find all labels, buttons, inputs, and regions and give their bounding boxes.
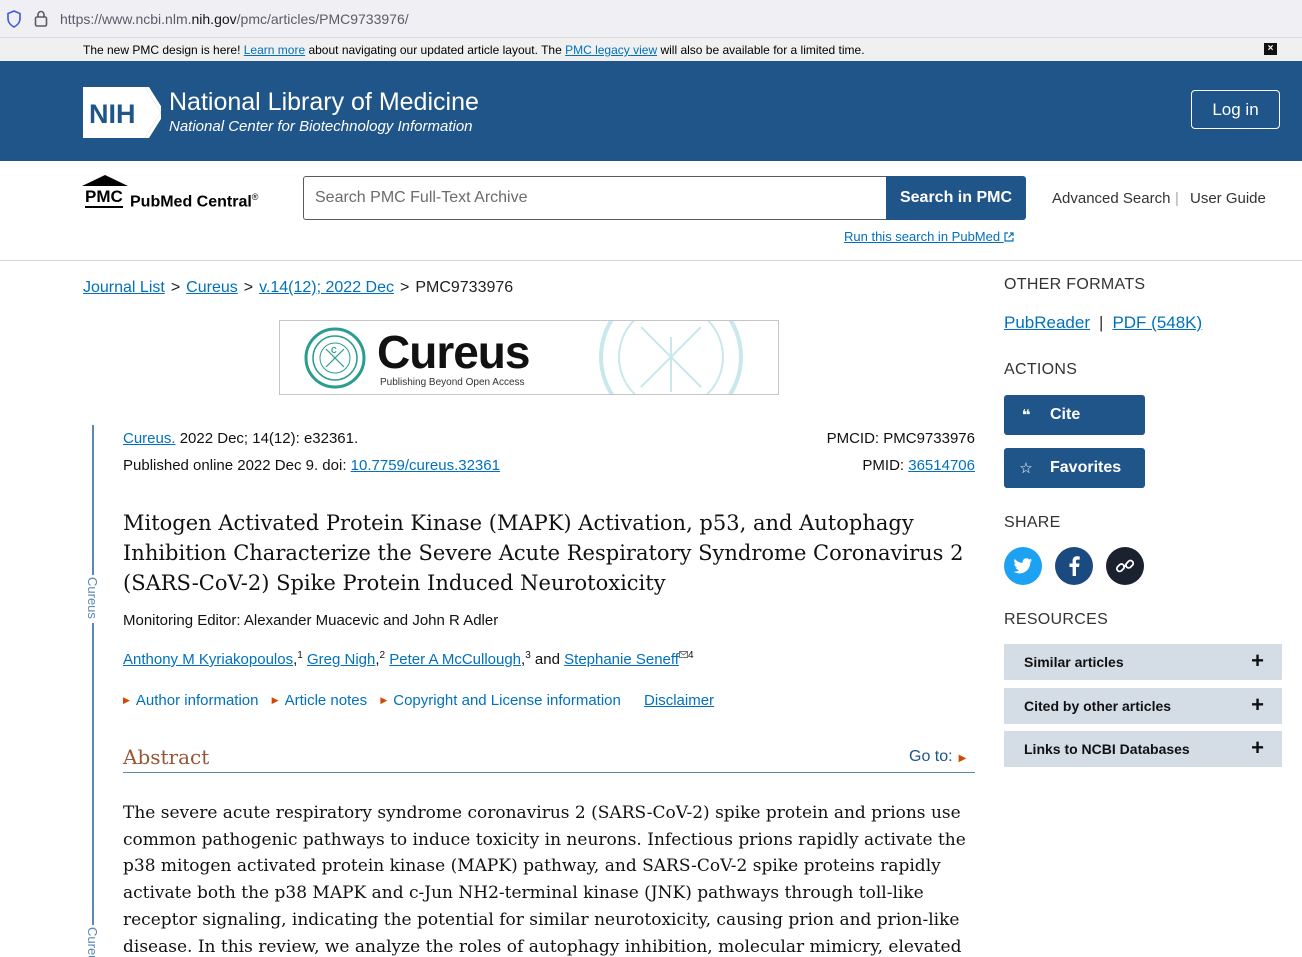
format-links: PubReader | PDF (548K) bbox=[1004, 313, 1203, 332]
copy-link-button[interactable] bbox=[1106, 547, 1144, 585]
triangle-right-icon: ▶ bbox=[271, 695, 279, 705]
user-guide-link[interactable]: User Guide bbox=[1190, 190, 1266, 207]
close-notice-button[interactable]: × bbox=[1264, 43, 1277, 55]
header-divider bbox=[0, 260, 1302, 261]
nih-header: NIH National Library of Medicine Nationa… bbox=[0, 61, 1302, 161]
cureus-wordmark: Cureus bbox=[377, 326, 530, 378]
svg-text:NIH: NIH bbox=[89, 99, 136, 129]
pdf-link[interactable]: PDF (548K) bbox=[1112, 313, 1202, 332]
cureus-watermark-seal bbox=[599, 321, 743, 394]
author-link[interactable]: Greg Nigh bbox=[307, 651, 375, 668]
resources-heading: RESOURCES bbox=[1004, 611, 1109, 628]
published-line: Published online 2022 Dec 9. doi: 10.775… bbox=[123, 457, 500, 474]
author-information-toggle[interactable]: ▶ Author information bbox=[123, 692, 259, 709]
plus-icon: + bbox=[1251, 648, 1264, 673]
article-info-links: ▶ Author information ▶ Article notes ▶ Copy… bbox=[123, 692, 714, 709]
learn-more-link[interactable]: Learn more bbox=[244, 43, 305, 57]
cited-by-toggle[interactable]: Cited by other articles + bbox=[1004, 688, 1282, 724]
article-title: Mitogen Activated Protein Kinase (MAPK) … bbox=[123, 511, 964, 595]
star-icon: ☆ bbox=[1019, 460, 1033, 477]
author-link[interactable]: Stephanie Seneff bbox=[564, 651, 679, 668]
cureus-seal-icon: C bbox=[304, 327, 366, 389]
search-input[interactable] bbox=[303, 176, 887, 220]
lock-icon[interactable] bbox=[34, 10, 48, 27]
share-heading: SHARE bbox=[1004, 514, 1061, 531]
cureus-tagline: Publishing Beyond Open Access bbox=[380, 377, 525, 388]
email-icon[interactable] bbox=[679, 651, 688, 658]
breadcrumb-journal-list[interactable]: Journal List bbox=[83, 279, 165, 296]
url-text[interactable]: https://www.ncbi.nlm.nih.gov/pmc/article… bbox=[60, 11, 409, 27]
breadcrumb: Journal List > Cureus > v.14(12); 2022 Dec > P… bbox=[83, 279, 514, 296]
breadcrumb-current: PMC9733976 bbox=[415, 279, 514, 296]
nih-logo[interactable]: NIH bbox=[83, 87, 161, 138]
shield-icon[interactable] bbox=[6, 10, 22, 28]
actions-heading: ACTIONS bbox=[1004, 361, 1078, 378]
run-in-pubmed-link[interactable]: Run this search in PubMed bbox=[844, 229, 1014, 244]
triangle-right-icon: ▶ bbox=[380, 695, 388, 705]
facebook-share-button[interactable] bbox=[1055, 547, 1093, 585]
pmid: PMID: 36514706 bbox=[862, 457, 975, 474]
abstract-text: The severe acute respiratory syndrome co… bbox=[123, 803, 966, 957]
similar-articles-toggle[interactable]: Similar articles + bbox=[1004, 644, 1282, 680]
pmc-design-notice: The new PMC design is here! Learn more a… bbox=[0, 38, 1302, 61]
cite-button[interactable]: ❝ Cite bbox=[1004, 395, 1145, 435]
breadcrumb-issue[interactable]: v.14(12); 2022 Dec bbox=[259, 279, 394, 296]
author-list: Anthony M Kyriakopoulos,1 Greg Nigh,2 Pe… bbox=[123, 650, 694, 668]
twitter-share-button[interactable] bbox=[1004, 547, 1042, 585]
login-button[interactable]: Log in bbox=[1191, 90, 1280, 129]
breadcrumb-cureus[interactable]: Cureus bbox=[186, 279, 238, 296]
link-icon bbox=[1115, 559, 1135, 573]
pmcid: PMCID: PMC9733976 bbox=[826, 430, 975, 447]
journal-link[interactable]: Cureus. bbox=[123, 430, 176, 447]
citation-line: Cureus. 2022 Dec; 14(12): e32361. bbox=[123, 430, 359, 447]
journal-side-label: Cureus bbox=[80, 575, 108, 623]
svg-text:C: C bbox=[331, 346, 337, 355]
notice-text: The new PMC design is here! Learn more a… bbox=[83, 43, 865, 57]
nlm-title[interactable]: National Library of Medicine bbox=[169, 88, 479, 117]
abstract-rule bbox=[123, 772, 975, 773]
plus-icon: + bbox=[1251, 735, 1264, 760]
journal-side-label: Cureus bbox=[80, 925, 108, 957]
ncbi-subtitle: National Center for Biotechnology Inform… bbox=[169, 118, 473, 135]
doi-link[interactable]: 10.7759/cureus.32361 bbox=[351, 457, 500, 474]
monitoring-editor: Monitoring Editor: Alexander Muacevic an… bbox=[123, 612, 499, 629]
goto-menu[interactable]: Go to: ▶ bbox=[909, 748, 966, 766]
triangle-right-icon: ▶ bbox=[123, 695, 130, 705]
plus-icon: + bbox=[1251, 692, 1264, 717]
other-formats-heading: OTHER FORMATS bbox=[1004, 276, 1146, 293]
twitter-icon bbox=[1013, 557, 1033, 573]
journal-banner[interactable]: C Cureus Publishing Beyond Open Access bbox=[279, 320, 779, 395]
journal-side-rule bbox=[92, 425, 94, 957]
pmid-link[interactable]: 36514706 bbox=[908, 457, 975, 474]
legacy-view-link[interactable]: PMC legacy view bbox=[565, 43, 657, 57]
author-link[interactable]: Anthony M Kyriakopoulos bbox=[123, 651, 293, 668]
disclaimer-link[interactable]: Disclaimer bbox=[644, 692, 714, 709]
quote-icon: ❝ bbox=[1021, 407, 1031, 424]
external-link-icon bbox=[1004, 232, 1014, 242]
pmc-logo[interactable]: PMC PubMed Central® bbox=[82, 174, 267, 210]
article-notes-toggle[interactable]: ▶ Article notes bbox=[272, 692, 367, 709]
advanced-search-link[interactable]: Advanced Search bbox=[1052, 190, 1170, 207]
author-link[interactable]: Peter A McCullough bbox=[389, 651, 521, 668]
favorites-button[interactable]: ☆ Favorites bbox=[1004, 448, 1145, 488]
browser-address-bar: https://www.ncbi.nlm.nih.gov/pmc/article… bbox=[0, 0, 1302, 38]
pubreader-link[interactable]: PubReader bbox=[1004, 313, 1090, 332]
ncbi-links-toggle[interactable]: Links to NCBI Databases + bbox=[1004, 731, 1282, 767]
pmc-roof-icon bbox=[82, 175, 128, 186]
search-button[interactable]: Search in PMC bbox=[886, 176, 1026, 220]
facebook-icon bbox=[1069, 556, 1080, 576]
triangle-right-icon: ▶ bbox=[958, 753, 967, 764]
nav-separator: | bbox=[1175, 190, 1179, 207]
abstract-heading: Abstract bbox=[123, 745, 210, 769]
copyright-toggle[interactable]: ▶ Copyright and License information bbox=[380, 692, 621, 709]
